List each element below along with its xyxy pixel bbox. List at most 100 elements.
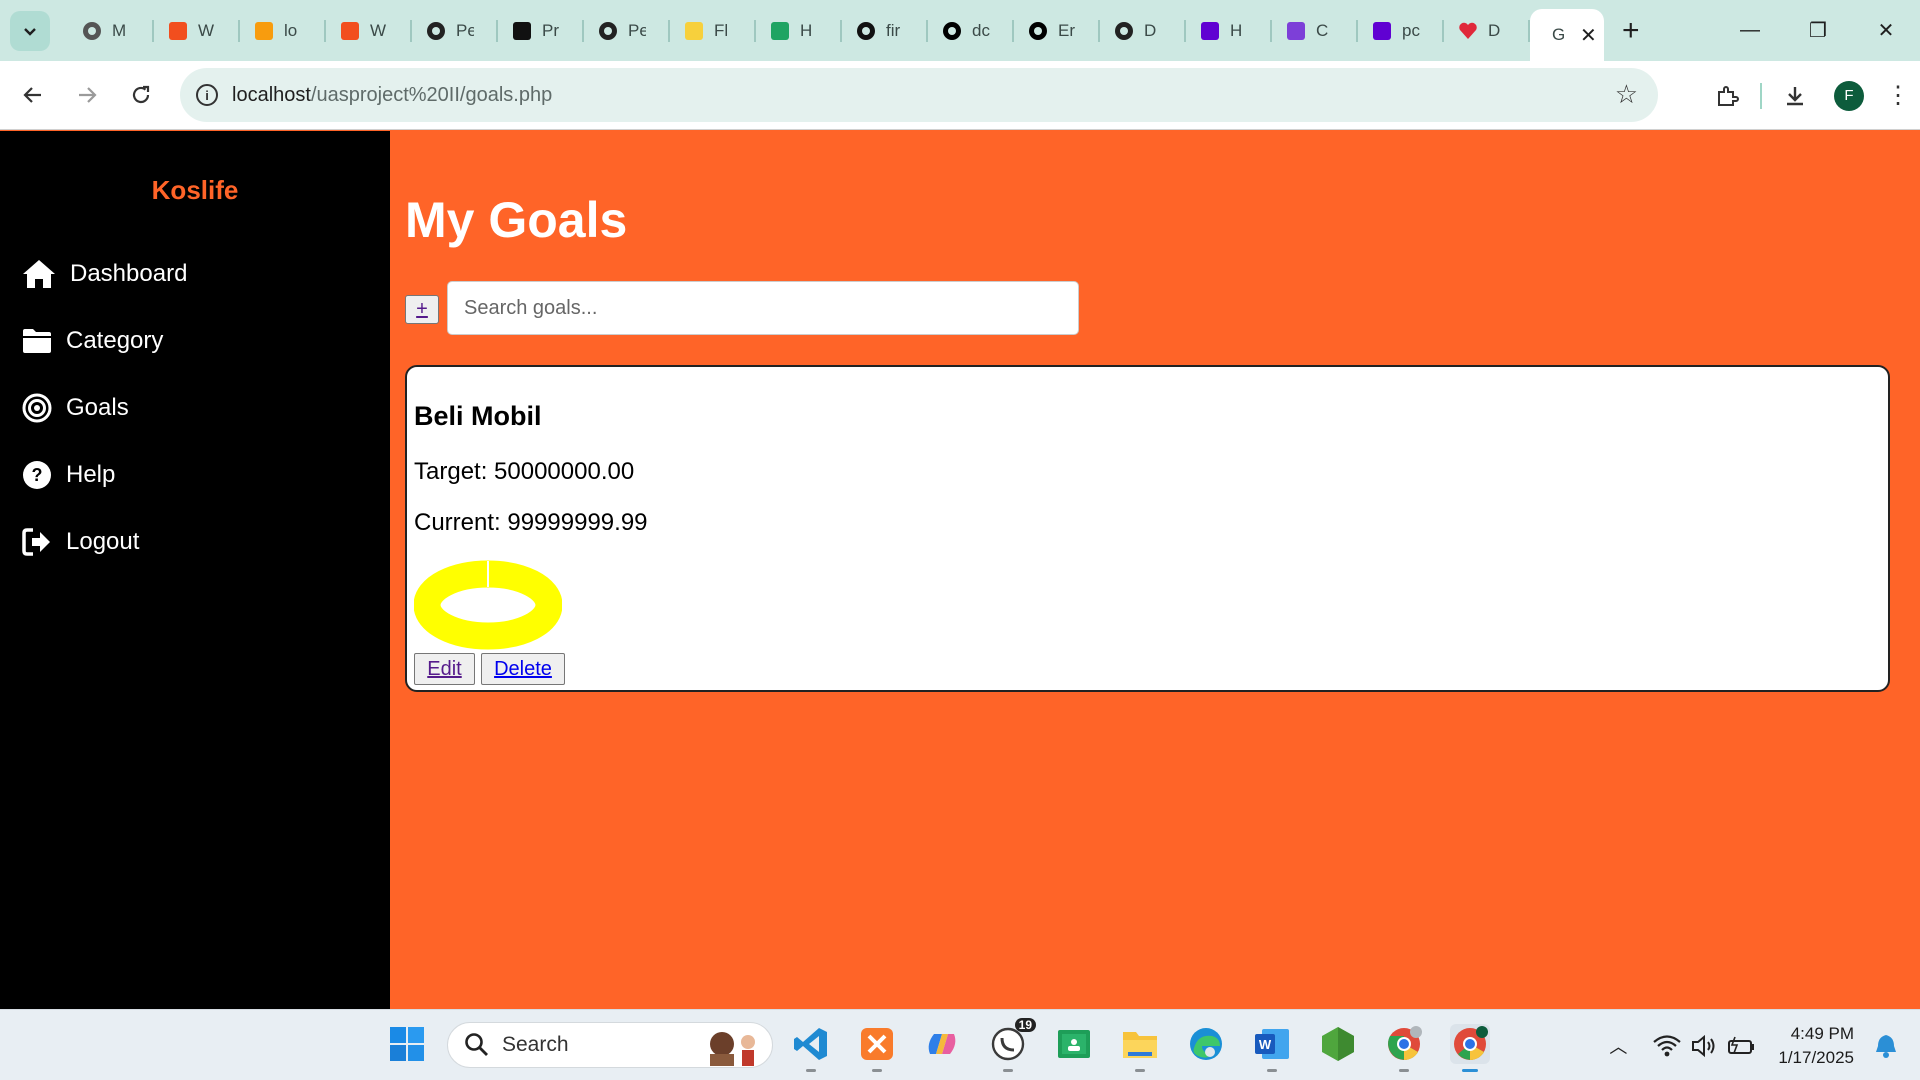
tab-active[interactable]: G ✕ [1530, 9, 1604, 61]
bookmark-star-icon[interactable]: ☆ [1615, 81, 1638, 107]
goal-current: Current: 99999999.99 [414, 509, 648, 536]
battery-icon[interactable] [1726, 1033, 1756, 1059]
notion-icon [512, 21, 532, 41]
taskbar-whatsapp[interactable]: 19 [988, 1018, 1036, 1072]
url-text[interactable]: localhost/uasproject%20II/goals.php [232, 84, 552, 107]
copilot-icon [928, 1034, 956, 1054]
clock[interactable]: 4:49 PM 1/17/2025 [1778, 1022, 1854, 1070]
tab[interactable]: Er [1014, 0, 1100, 61]
tab[interactable]: lo [240, 0, 326, 61]
back-button[interactable] [6, 61, 60, 130]
reload-button[interactable] [114, 61, 168, 130]
browser-toolbar: i localhost/uasproject%20II/goals.php ☆ … [0, 61, 1920, 130]
volume-icon[interactable] [1690, 1033, 1718, 1059]
tab[interactable]: fir [842, 0, 928, 61]
nav-item-category[interactable]: Category [22, 324, 163, 358]
taskbar-nodejs[interactable] [1318, 1024, 1358, 1064]
tab[interactable]: D [1444, 0, 1530, 61]
close-window-button[interactable]: ✕ [1852, 0, 1920, 61]
restore-button[interactable]: ❐ [1784, 0, 1852, 61]
nav-item-logout[interactable]: Logout [22, 525, 139, 559]
nav-label-dashboard: Dashboard [70, 260, 188, 287]
logout-icon [22, 525, 52, 559]
taskbar-chrome-active[interactable] [1450, 1024, 1490, 1072]
tab[interactable]: Pe [584, 0, 670, 61]
tab[interactable]: H [756, 0, 842, 61]
notification-bell-icon[interactable] [1874, 1033, 1898, 1059]
delete-goal-button[interactable]: Delete [481, 653, 565, 685]
miro-icon [684, 21, 704, 41]
start-button[interactable] [387, 1024, 427, 1064]
taskbar-chrome-profile[interactable] [1384, 1024, 1424, 1072]
tab[interactable]: Pe [412, 0, 498, 61]
menu-kebab-icon[interactable]: ⋮ [1876, 81, 1920, 110]
clock-time: 4:49 PM [1790, 1023, 1854, 1043]
tab[interactable]: Fl [670, 0, 756, 61]
extensions-icon[interactable] [1700, 84, 1754, 108]
running-indicator [1003, 1069, 1013, 1072]
url-path: /uasproject%20II/goals.php [310, 83, 553, 106]
taskbar-xampp[interactable] [857, 1024, 897, 1072]
tab-search-button[interactable] [10, 10, 50, 51]
taskbar-edge[interactable] [1186, 1024, 1226, 1064]
taskbar-word[interactable]: W [1252, 1024, 1292, 1072]
close-tab-icon[interactable]: ✕ [1580, 23, 1597, 48]
taskbar-vscode[interactable] [791, 1024, 831, 1072]
url-host: localhost [232, 83, 311, 106]
tab-title: H [1230, 20, 1243, 40]
tab-title: D [1144, 20, 1157, 40]
search-goals-input[interactable] [447, 281, 1079, 335]
tab[interactable]: dc [928, 0, 1014, 61]
phpmyadmin-icon [254, 21, 274, 41]
site-info-icon[interactable]: i [196, 84, 218, 106]
new-tab-button[interactable]: + [1622, 15, 1640, 46]
minimize-button[interactable]: — [1716, 0, 1784, 61]
tab[interactable]: M [68, 0, 154, 61]
search-icon [465, 1033, 488, 1056]
reload-icon [132, 85, 150, 104]
wifi-icon[interactable] [1652, 1033, 1682, 1059]
taskbar-classroom[interactable] [1054, 1024, 1094, 1064]
running-indicator [1267, 1069, 1277, 1072]
xampp-icon [861, 1028, 893, 1060]
nodejs-icon [1322, 1027, 1354, 1061]
nav-item-goals[interactable]: Goals [22, 391, 129, 425]
nav-label-help: Help [66, 461, 116, 488]
google-drive-icon [770, 21, 790, 41]
add-goal-button[interactable]: + [405, 295, 439, 324]
tab[interactable]: C [1272, 0, 1358, 61]
tab[interactable]: W [154, 0, 240, 61]
nav-item-help[interactable]: ? Help [22, 458, 115, 492]
running-indicator [1399, 1069, 1409, 1072]
svg-text:W: W [1259, 1037, 1272, 1052]
forward-button[interactable] [60, 61, 114, 130]
taskbar-search-label: Search [502, 1033, 569, 1056]
tab[interactable]: H [1186, 0, 1272, 61]
tab[interactable]: D [1100, 0, 1186, 61]
download-icon[interactable] [1768, 84, 1822, 108]
goal-target: Target: 50000000.00 [414, 458, 635, 485]
address-bar[interactable]: i localhost/uasproject%20II/goals.php ☆ [180, 68, 1658, 122]
github-icon [856, 21, 876, 41]
avatar: F [1834, 80, 1864, 111]
svg-text:?: ? [32, 465, 43, 485]
tab[interactable]: Pr [498, 0, 584, 61]
page-title: My Goals [405, 192, 628, 248]
sidebar: Koslife Dashboard Category Goals ? Help … [0, 131, 390, 1009]
edit-goal-button[interactable]: Edit [414, 653, 475, 685]
browser-tab-strip: M Wlo W Pe Pr Pe Fl Hfir dc Er D H Cpc D G ✕ + — ❐ ✕ [0, 0, 1920, 61]
chevron-up-icon[interactable]: ︿ [1600, 1033, 1636, 1059]
tab[interactable]: W [326, 0, 412, 61]
tab[interactable]: pc [1358, 0, 1444, 61]
help-icon: ? [22, 458, 52, 492]
goal-progress-chart [414, 560, 562, 650]
tab-title: H [800, 20, 813, 40]
home-icon [22, 257, 56, 291]
profile-button[interactable]: F [1822, 80, 1876, 111]
taskbar-copilot[interactable] [922, 1024, 962, 1064]
taskbar-search[interactable]: Search [447, 1022, 773, 1068]
taskbar-file-explorer[interactable] [1120, 1024, 1160, 1072]
window-controls: — ❐ ✕ [1716, 0, 1920, 61]
brand-logo-text: Koslife [151, 175, 239, 205]
nav-item-dashboard[interactable]: Dashboard [22, 257, 187, 291]
